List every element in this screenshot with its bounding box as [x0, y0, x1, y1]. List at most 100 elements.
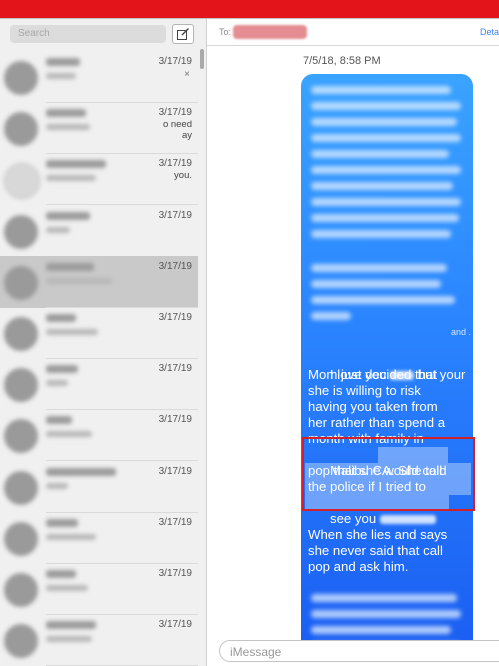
redacted-contact-name: [46, 160, 106, 169]
message-line: Mom just decided that: [308, 367, 438, 382]
redacted-text: [311, 86, 451, 94]
conversation-date: 3/17/19: [158, 312, 192, 323]
conversation-item[interactable]: 3/17/19: [0, 563, 198, 615]
redacted-text: [311, 296, 455, 304]
avatar: [4, 573, 38, 607]
conversation-date: 3/17/19: [158, 158, 192, 170]
redacted-text: [311, 280, 441, 288]
redacted-text: [311, 102, 461, 110]
message-line: she is willing to risk: [308, 383, 421, 398]
message-text-ellipsis: and .: [451, 327, 472, 337]
conversation-item[interactable]: 3/17/19: [0, 461, 198, 513]
avatar: [4, 624, 38, 659]
redacted-name: [379, 515, 436, 525]
redacted-preview: [46, 73, 76, 79]
conversation-date: 3/17/19: [158, 260, 192, 272]
redacted-contact-name: [46, 570, 76, 578]
close-icon[interactable]: ×: [184, 69, 190, 80]
conversation-item[interactable]: 3/17/19: [0, 205, 198, 257]
conversation-date: 3/17/19: [158, 414, 192, 426]
redacted-preview: [46, 226, 70, 233]
conversation-date: 3/17/19: [158, 363, 192, 375]
message-line: having you taken from: [308, 399, 438, 414]
redacted-contact-name: [46, 109, 86, 118]
redacted-text: [311, 610, 461, 618]
avatar: [4, 112, 38, 147]
imessage-input[interactable]: iMessage: [219, 640, 499, 662]
avatar: [4, 368, 38, 403]
message-line: pop and ask him.: [308, 559, 409, 574]
redacted-preview: [46, 431, 92, 438]
redacted-preview: [46, 277, 112, 284]
conversation-date: 3/17/19: [158, 568, 192, 579]
details-button[interactable]: Deta: [480, 27, 499, 37]
avatar: [4, 470, 38, 505]
conversation-date: 3/17/19: [158, 465, 192, 477]
redacted-text: [311, 150, 449, 158]
redacted-text: [311, 166, 461, 174]
conversation-date: 3/17/19: [158, 56, 192, 67]
redacted-contact-name: [46, 314, 76, 322]
compose-button[interactable]: [172, 24, 194, 44]
avatar: [4, 521, 38, 556]
redacted-text: [311, 230, 451, 238]
redacted-preview: [46, 482, 68, 489]
conversation-preview: o need ay: [162, 119, 192, 142]
redacted-text: [311, 182, 453, 190]
avatar: [4, 214, 38, 249]
recipient-chip[interactable]: [233, 25, 307, 39]
avatar: [4, 317, 38, 351]
redacted-text: [311, 594, 457, 602]
redacted-preview: [46, 380, 68, 387]
avatar: [4, 61, 38, 95]
redacted-contact-name: [46, 416, 72, 425]
redacted-text: [311, 312, 351, 320]
redacted-text: [311, 214, 459, 222]
redacted-text: [311, 264, 447, 272]
conversation-item[interactable]: 3/17/19: [0, 614, 198, 666]
conversation-item[interactable]: 3/17/19: [0, 358, 198, 411]
conversation-item[interactable]: 3/17/19: [0, 307, 198, 359]
redacted-preview: [46, 585, 88, 591]
to-label: To:: [219, 27, 232, 37]
message-line: When she lies and says: [308, 527, 448, 542]
conversation-item[interactable]: 3/17/19: [0, 512, 198, 564]
conversation-item[interactable]: 3/17/19 ×: [0, 51, 198, 103]
conversation-preview: you.: [174, 170, 192, 182]
message-line: she never said that call: [308, 543, 443, 558]
redacted-contact-name: [46, 211, 90, 220]
avatar: [4, 265, 38, 300]
avatar: [4, 163, 40, 200]
search-input[interactable]: Search: [10, 25, 166, 43]
conversation-pane: To: Deta 7/5/18, 8:58 PM and . I love yo…: [207, 19, 499, 666]
annotation-highlight-box: [302, 437, 475, 511]
redacted-preview: [46, 533, 96, 540]
conversation-header: To: Deta: [207, 19, 499, 46]
conversation-item[interactable]: 3/17/19: [0, 255, 198, 308]
redacted-text: [311, 198, 461, 206]
redacted-contact-name: [46, 467, 116, 476]
conversation-sidebar: Search 3/17/19 × 3/17/19 o need ay 3/17/19 yo…: [0, 19, 207, 666]
redacted-contact-name: [46, 365, 78, 374]
conversation-date: 3/17/19: [158, 107, 192, 119]
imessage-placeholder: iMessage: [230, 645, 282, 659]
conversation-date: 3/17/19: [158, 209, 192, 221]
redacted-text: [311, 626, 451, 634]
sidebar-scrollbar[interactable]: [200, 49, 204, 69]
message-bubble[interactable]: and . I love you but your Mom just decid…: [301, 74, 473, 656]
conversation-item[interactable]: 3/17/19: [0, 409, 198, 462]
conversation-date: 3/17/19: [158, 619, 192, 631]
redacted-preview: [46, 636, 92, 643]
redacted-text: [311, 118, 457, 126]
redacted-contact-name: [46, 518, 78, 527]
top-accent-bar: [0, 0, 499, 18]
conversation-item[interactable]: 3/17/19 o need ay: [0, 102, 198, 155]
conversation-date: 3/17/19: [158, 516, 192, 528]
message-line: her rather than spend a: [308, 415, 446, 430]
conversation-item[interactable]: 3/17/19 you.: [0, 153, 198, 206]
redacted-contact-name: [46, 262, 94, 271]
message-timestamp: 7/5/18, 8:58 PM: [303, 55, 381, 67]
redacted-contact-name: [46, 58, 80, 66]
redacted-text: [311, 134, 461, 142]
avatar: [4, 419, 38, 454]
